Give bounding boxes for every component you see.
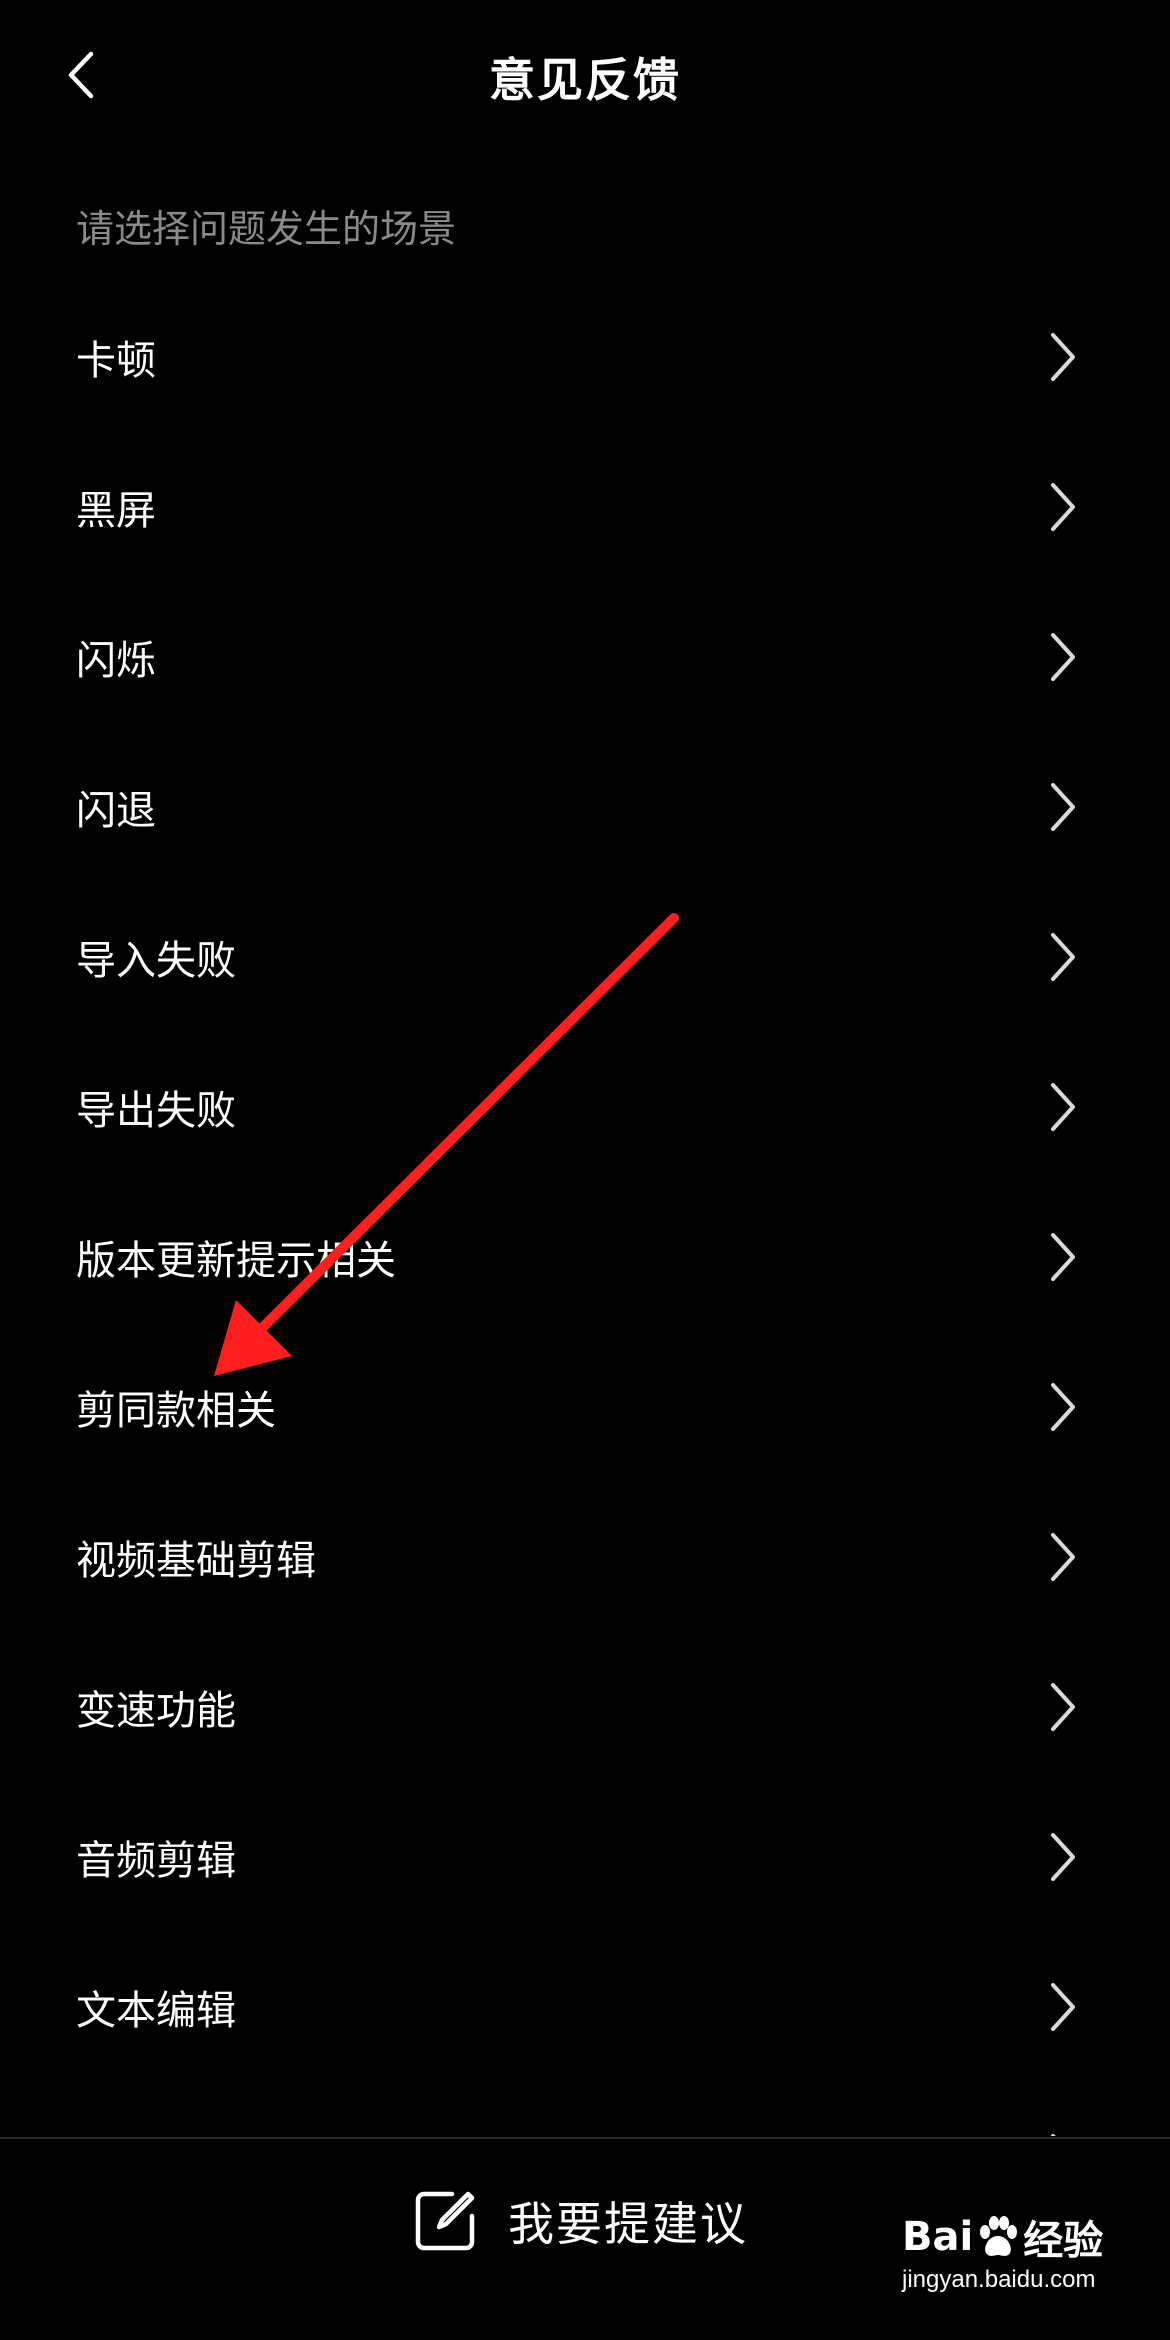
page-title: 意见反馈 bbox=[489, 53, 681, 107]
list-item-template-related[interactable]: 剪同款相关 bbox=[0, 1332, 1170, 1482]
watermark: Bai 经验 jingyan.baidu.com bbox=[902, 2208, 1112, 2308]
list-item-label: 卡顿 bbox=[76, 338, 156, 384]
chevron-right-icon bbox=[1051, 1683, 1075, 1731]
list-item-label: 变速功能 bbox=[76, 1688, 236, 1734]
chevron-right-icon bbox=[1051, 2134, 1056, 2136]
list-item-flicker[interactable]: 闪烁 bbox=[0, 582, 1170, 732]
chevron-right-icon bbox=[1051, 1533, 1075, 1581]
header: 意见反馈 bbox=[0, 0, 1170, 150]
list-item-crash[interactable]: 闪退 bbox=[0, 732, 1170, 882]
paw-icon bbox=[980, 2216, 1018, 2256]
list-item-label: 黑屏 bbox=[76, 488, 156, 534]
list-item-import-failed[interactable]: 导入失败 bbox=[0, 882, 1170, 1032]
list-item-export-failed[interactable]: 导出失败 bbox=[0, 1032, 1170, 1182]
list-item-stutter[interactable]: 卡顿 bbox=[0, 282, 1170, 432]
chevron-right-icon bbox=[1051, 783, 1075, 831]
list-item-label: 导入失败 bbox=[76, 938, 236, 984]
watermark-logo: Bai 经验 bbox=[902, 2208, 1103, 2266]
list-item-version-update[interactable]: 版本更新提示相关 bbox=[0, 1182, 1170, 1332]
chevron-right-icon bbox=[1051, 1383, 1075, 1431]
list-item-audio-editing[interactable]: 音频剪辑 bbox=[0, 1782, 1170, 1932]
list-item-label: 导出失败 bbox=[76, 1088, 236, 1134]
chevron-right-icon bbox=[1051, 933, 1075, 981]
list-item-label: 闪烁 bbox=[76, 638, 156, 684]
list-item-basic-editing[interactable]: 视频基础剪辑 bbox=[0, 1482, 1170, 1632]
list-item-partial[interactable] bbox=[0, 2120, 1170, 2136]
list-item-text-editing[interactable]: 文本编辑 bbox=[0, 1932, 1170, 2082]
watermark-url: jingyan.baidu.com bbox=[902, 2266, 1096, 2293]
list-item-label: 视频基础剪辑 bbox=[76, 1538, 316, 1584]
list-item-label: 版本更新提示相关 bbox=[76, 1238, 396, 1284]
list-item-label: 闪退 bbox=[76, 788, 156, 834]
feedback-page: 意见反馈 请选择问题发生的场景 卡顿 黑屏 闪烁 闪退 导入失败 导出失败 版本… bbox=[0, 0, 1170, 2340]
chevron-right-icon bbox=[1051, 1833, 1075, 1881]
list-item-label: 文本编辑 bbox=[76, 1988, 236, 2034]
suggest-button[interactable]: 我要提建议 bbox=[412, 2181, 748, 2261]
chevron-right-icon bbox=[1051, 1083, 1075, 1131]
chevron-right-icon bbox=[1051, 333, 1075, 381]
list-item-speed[interactable]: 变速功能 bbox=[0, 1632, 1170, 1782]
section-hint: 请选择问题发生的场景 bbox=[76, 207, 457, 251]
watermark-logo-left: Bai bbox=[902, 2214, 974, 2260]
edit-icon bbox=[415, 2191, 475, 2251]
chevron-right-icon bbox=[1051, 1233, 1075, 1281]
watermark-logo-right: 经验 bbox=[1023, 2218, 1104, 2264]
chevron-right-icon bbox=[1051, 1983, 1075, 2031]
list-item-label: 剪同款相关 bbox=[76, 1388, 276, 1434]
chevron-right-icon bbox=[1051, 633, 1075, 681]
suggest-label: 我要提建议 bbox=[508, 2197, 748, 2251]
list-item-label: 音频剪辑 bbox=[76, 1838, 236, 1884]
scenario-list: 卡顿 黑屏 闪烁 闪退 导入失败 导出失败 版本更新提示相关 剪同款相关 视频基… bbox=[0, 282, 1170, 2082]
list-item-black-screen[interactable]: 黑屏 bbox=[0, 432, 1170, 582]
chevron-right-icon bbox=[1051, 483, 1075, 531]
